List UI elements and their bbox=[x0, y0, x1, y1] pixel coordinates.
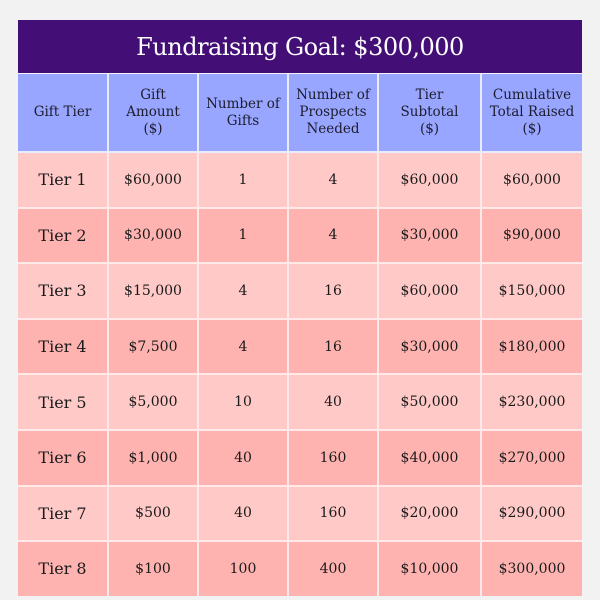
cell-tier-subtotal: $30,000 bbox=[377, 317, 482, 376]
cell-gift-amount: $5,000 bbox=[107, 373, 199, 431]
cell-gift-amount: $500 bbox=[107, 484, 199, 543]
cell-cumulative-total: $150,000 bbox=[480, 262, 582, 320]
header-number-of-gifts: Number of Gifts bbox=[197, 74, 289, 153]
cell-gift-amount: $1,000 bbox=[107, 428, 199, 487]
cell-tier-subtotal: $50,000 bbox=[377, 373, 482, 431]
cell-gift-amount: $15,000 bbox=[107, 262, 199, 320]
table-row: Tier 2 $30,000 1 4 $30,000 $90,000 bbox=[18, 206, 582, 265]
table-title: Fundraising Goal: $300,000 bbox=[18, 20, 582, 74]
cell-gift-tier: Tier 1 bbox=[18, 151, 109, 209]
cell-prospects-needed: 400 bbox=[287, 540, 379, 596]
cell-gift-tier: Tier 6 bbox=[18, 428, 109, 487]
header-gift-amount: Gift Amount ($) bbox=[107, 74, 199, 153]
cell-number-of-gifts: 4 bbox=[197, 317, 289, 376]
cell-gift-tier: Tier 8 bbox=[18, 540, 109, 596]
cell-gift-tier: Tier 7 bbox=[18, 484, 109, 543]
header-gift-tier: Gift Tier bbox=[18, 74, 109, 153]
cell-cumulative-total: $90,000 bbox=[480, 206, 582, 265]
table-row: Tier 5 $5,000 10 40 $50,000 $230,000 bbox=[18, 373, 582, 431]
cell-tier-subtotal: $60,000 bbox=[377, 262, 482, 320]
cell-prospects-needed: 160 bbox=[287, 428, 379, 487]
cell-number-of-gifts: 100 bbox=[197, 540, 289, 596]
cell-prospects-needed: 16 bbox=[287, 317, 379, 376]
cell-cumulative-total: $270,000 bbox=[480, 428, 582, 487]
cell-number-of-gifts: 4 bbox=[197, 262, 289, 320]
cell-number-of-gifts: 1 bbox=[197, 206, 289, 265]
table-row: Tier 1 $60,000 1 4 $60,000 $60,000 bbox=[18, 151, 582, 209]
gift-range-chart: Fundraising Goal: $300,000 Gift Tier Gif… bbox=[18, 20, 582, 596]
table-row: Tier 3 $15,000 4 16 $60,000 $150,000 bbox=[18, 262, 582, 320]
gift-table: Gift Tier Gift Amount ($) Number of Gift… bbox=[18, 74, 582, 596]
header-cumulative-total: Cumulative Total Raised ($) bbox=[480, 74, 582, 153]
cell-prospects-needed: 160 bbox=[287, 484, 379, 543]
cell-gift-tier: Tier 2 bbox=[18, 206, 109, 265]
cell-cumulative-total: $290,000 bbox=[480, 484, 582, 543]
header-prospects-needed: Number of Prospects Needed bbox=[287, 74, 379, 153]
cell-number-of-gifts: 10 bbox=[197, 373, 289, 431]
cell-gift-tier: Tier 5 bbox=[18, 373, 109, 431]
table-row: Tier 4 $7,500 4 16 $30,000 $180,000 bbox=[18, 317, 582, 376]
cell-gift-tier: Tier 4 bbox=[18, 317, 109, 376]
cell-prospects-needed: 16 bbox=[287, 262, 379, 320]
cell-cumulative-total: $300,000 bbox=[480, 540, 582, 596]
cell-number-of-gifts: 40 bbox=[197, 428, 289, 487]
cell-gift-amount: $7,500 bbox=[107, 317, 199, 376]
header-row: Gift Tier Gift Amount ($) Number of Gift… bbox=[18, 74, 582, 153]
header-tier-subtotal: Tier Subtotal ($) bbox=[377, 74, 482, 153]
table-row: Tier 8 $100 100 400 $10,000 $300,000 bbox=[18, 540, 582, 596]
cell-tier-subtotal: $10,000 bbox=[377, 540, 482, 596]
header-gift-amount-label: Gift Amount ($) bbox=[126, 87, 180, 137]
cell-prospects-needed: 40 bbox=[287, 373, 379, 431]
cell-tier-subtotal: $30,000 bbox=[377, 206, 482, 265]
cell-cumulative-total: $60,000 bbox=[480, 151, 582, 209]
cell-tier-subtotal: $40,000 bbox=[377, 428, 482, 487]
cell-gift-amount: $30,000 bbox=[107, 206, 199, 265]
table-body: Tier 1 $60,000 1 4 $60,000 $60,000 Tier 2 $30,0… bbox=[18, 151, 582, 596]
cell-prospects-needed: 4 bbox=[287, 151, 379, 209]
cell-gift-amount: $100 bbox=[107, 540, 199, 596]
cell-tier-subtotal: $60,000 bbox=[377, 151, 482, 209]
cell-prospects-needed: 4 bbox=[287, 206, 379, 265]
cell-cumulative-total: $230,000 bbox=[480, 373, 582, 431]
cell-number-of-gifts: 1 bbox=[197, 151, 289, 209]
table-row: Tier 6 $1,000 40 160 $40,000 $270,000 bbox=[18, 428, 582, 487]
cell-tier-subtotal: $20,000 bbox=[377, 484, 482, 543]
cell-gift-tier: Tier 3 bbox=[18, 262, 109, 320]
cell-number-of-gifts: 40 bbox=[197, 484, 289, 543]
table-row: Tier 7 $500 40 160 $20,000 $290,000 bbox=[18, 484, 582, 543]
cell-gift-amount: $60,000 bbox=[107, 151, 199, 209]
header-tier-subtotal-label: Tier Subtotal ($) bbox=[400, 87, 459, 137]
cell-cumulative-total: $180,000 bbox=[480, 317, 582, 376]
